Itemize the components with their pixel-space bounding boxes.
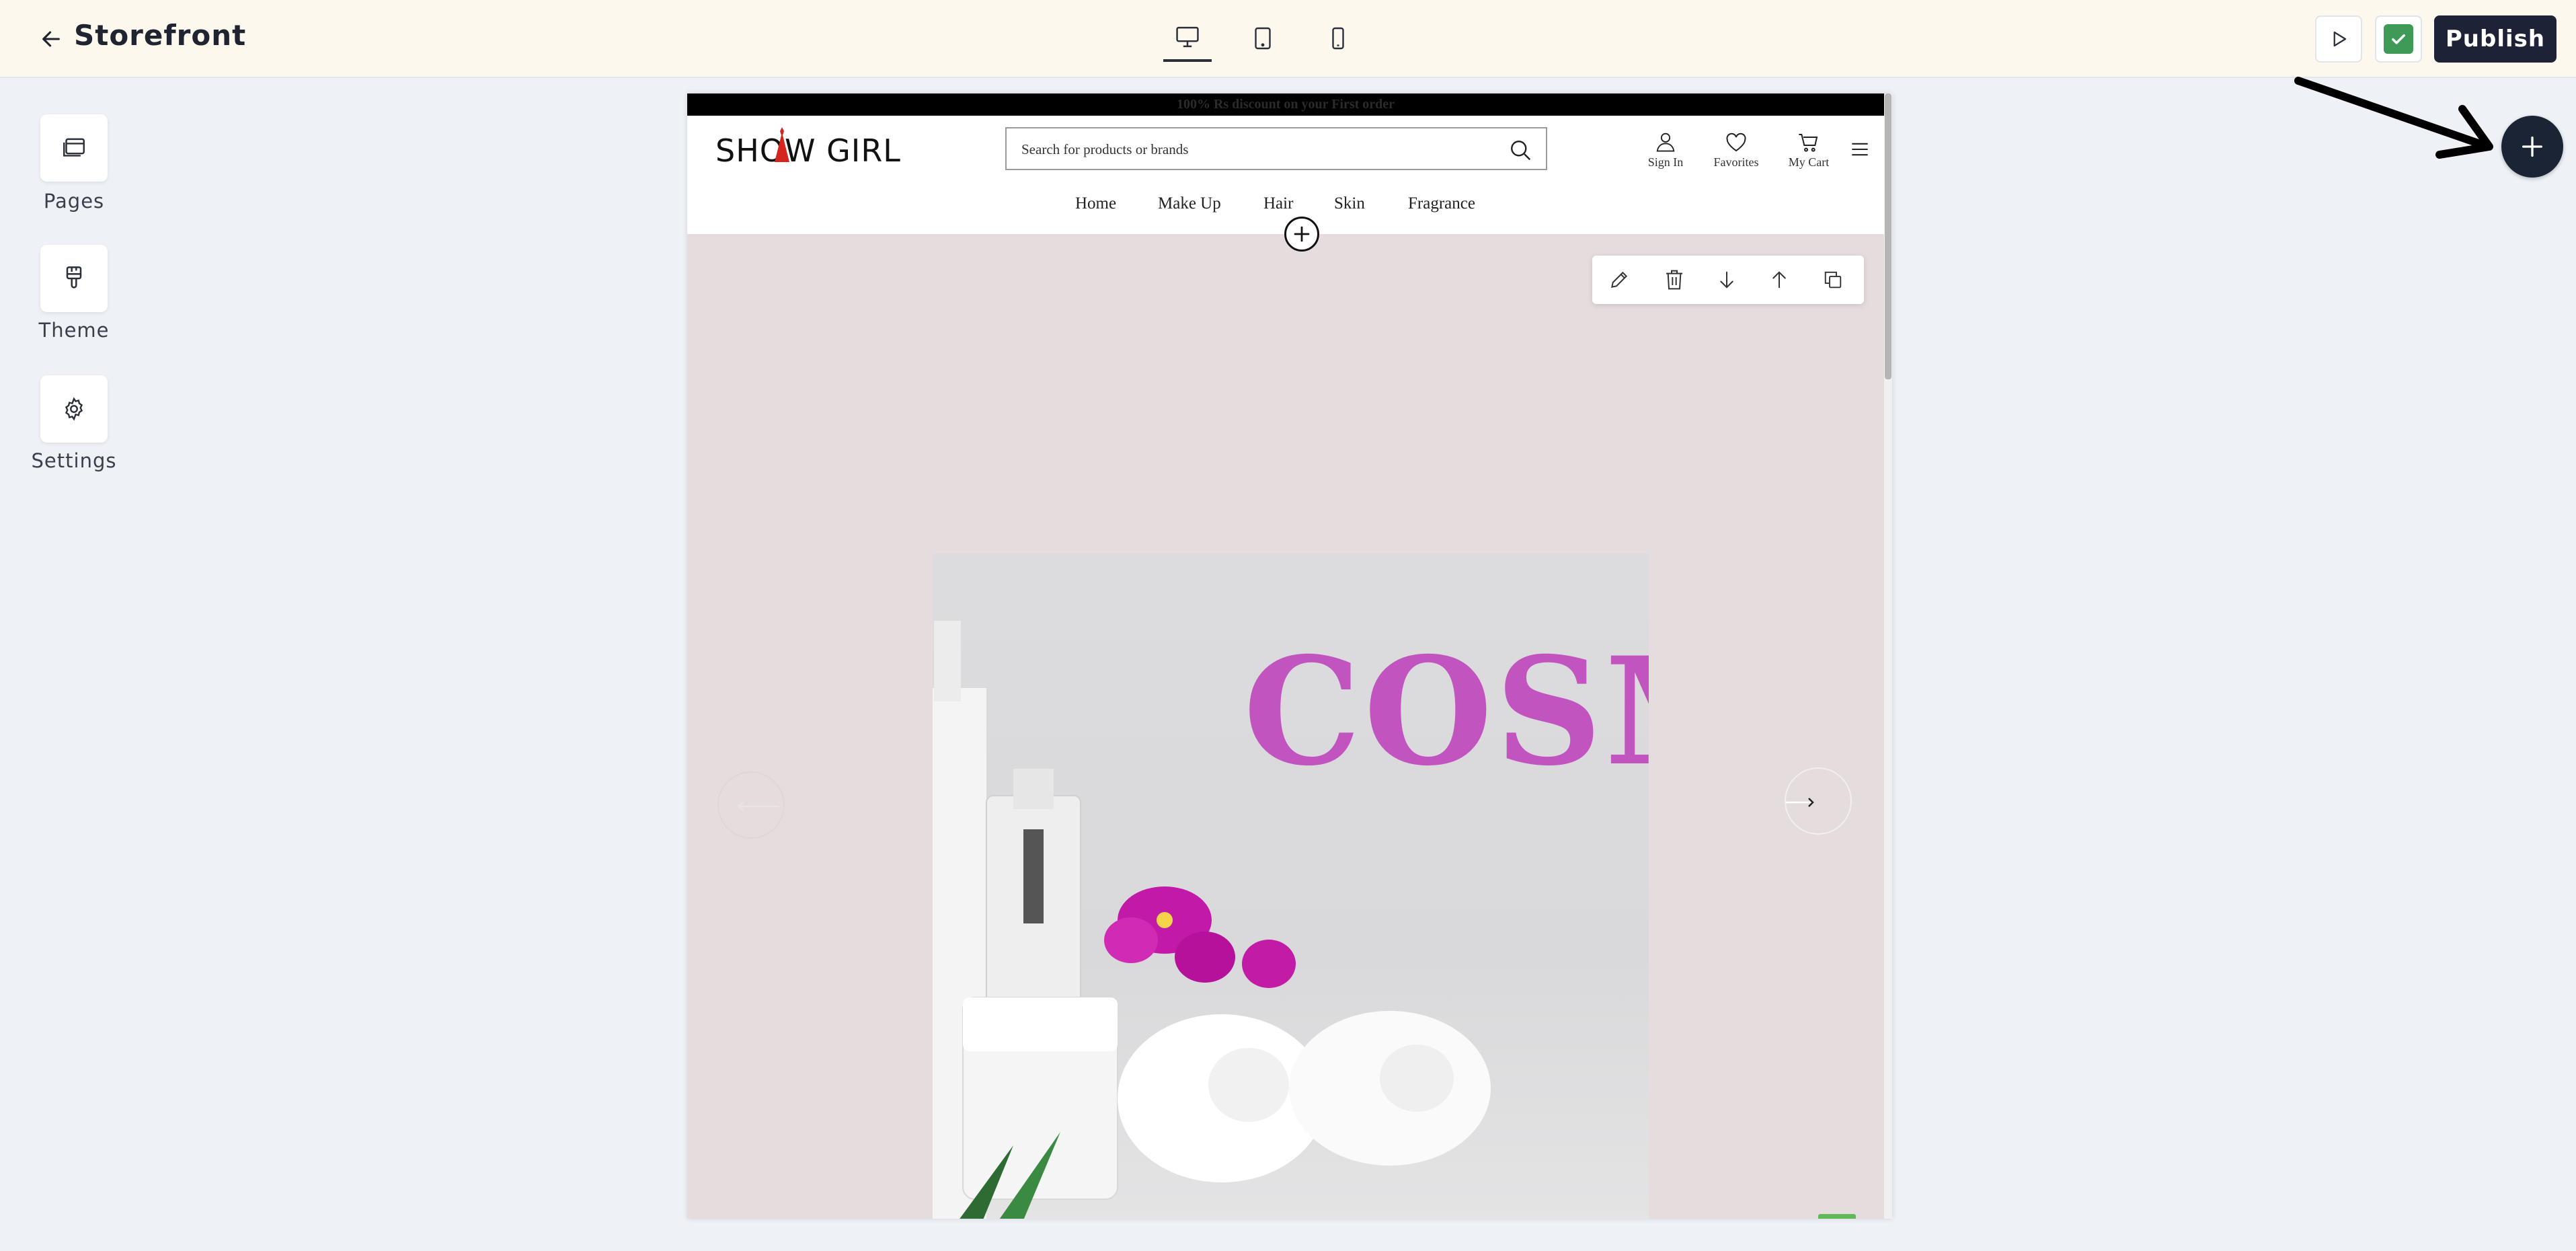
trash-icon[interactable]	[1660, 265, 1689, 295]
sign-in-link[interactable]: Sign In	[1635, 128, 1696, 169]
favorites-label: Favorites	[1713, 155, 1759, 169]
user-icon	[1656, 132, 1675, 152]
preview-scroll-thumb[interactable]	[1885, 93, 1891, 379]
tablet-view-button[interactable]	[1239, 15, 1287, 62]
page-title: Storefront	[74, 19, 247, 52]
preview-button[interactable]	[2315, 15, 2362, 63]
sign-in-label: Sign In	[1647, 155, 1684, 169]
nav-fragrance[interactable]: Fragrance	[1408, 194, 1475, 213]
sidebar-item-pages[interactable]	[40, 114, 108, 182]
duplicate-icon[interactable]	[1818, 265, 1848, 295]
nav-home[interactable]: Home	[1075, 194, 1116, 213]
nav-skin[interactable]: Skin	[1334, 194, 1365, 213]
section-toolbar	[1592, 256, 1864, 304]
annotation-arrow-icon	[2294, 77, 2493, 159]
store-search-input[interactable]	[1020, 135, 1493, 163]
publish-button[interactable]: Publish	[2434, 15, 2557, 63]
top-bar: Storefront Publish	[0, 0, 2576, 78]
move-down-icon[interactable]	[1712, 265, 1742, 295]
cart-link[interactable]: My Cart	[1777, 128, 1841, 169]
sidebar-item-theme[interactable]	[40, 245, 108, 312]
hero-slide-image: COSM	[933, 554, 1649, 1219]
back-button[interactable]	[34, 22, 69, 56]
brand-name: SHOW GIRL	[715, 132, 901, 169]
pages-icon	[63, 138, 85, 157]
checkmark-icon	[2384, 24, 2413, 54]
store-search-field[interactable]	[1005, 127, 1547, 170]
sidebar-item-label: Theme	[38, 319, 110, 342]
hamburger-menu-icon[interactable]	[1850, 141, 1869, 161]
whatsapp-chat-button[interactable]	[1818, 1214, 1856, 1219]
cart-label: My Cart	[1788, 155, 1830, 169]
chevron-left-icon	[738, 802, 779, 811]
mobile-icon	[1332, 27, 1344, 50]
nav-make-up[interactable]: Make Up	[1158, 194, 1221, 213]
carousel-next-button[interactable]	[1766, 767, 1852, 835]
storefront-preview: 100% Rs discount on your First order SHO…	[687, 93, 1892, 1219]
carousel-prev-button[interactable]	[717, 771, 785, 839]
play-icon	[2333, 31, 2347, 47]
cart-icon	[1799, 134, 1818, 152]
favorites-link[interactable]: Favorites	[1704, 128, 1768, 169]
mobile-view-button[interactable]	[1314, 15, 1362, 62]
save-button[interactable]	[2375, 15, 2422, 63]
cosmetics-photo	[933, 621, 1491, 1219]
edit-icon[interactable]	[1604, 265, 1634, 295]
chevron-right-icon	[1766, 798, 1814, 807]
announcement-bar: 100% Rs discount on your First order	[687, 93, 1884, 116]
add-block-button[interactable]	[2501, 116, 2563, 178]
brush-icon	[66, 266, 82, 289]
desktop-icon	[1176, 26, 1199, 48]
desktop-view-button[interactable]	[1163, 15, 1212, 62]
hero-banner-section[interactable]: COSM	[687, 234, 1884, 1219]
tablet-icon	[1255, 27, 1271, 50]
heart-icon	[1726, 132, 1746, 152]
nav-hair[interactable]: Hair	[1263, 194, 1293, 213]
sidebar-item-settings[interactable]	[40, 375, 108, 443]
search-icon[interactable]	[1506, 135, 1535, 165]
sidebar-item-label: Pages	[43, 190, 105, 213]
plus-icon	[1294, 226, 1310, 242]
plus-icon	[2522, 137, 2542, 157]
arrow-left-icon	[42, 31, 60, 47]
gear-icon	[65, 397, 83, 421]
sidebar-item-label: Settings	[31, 449, 117, 472]
dress-icon	[775, 127, 789, 162]
brand-logo[interactable]: SHOW GIRL	[715, 127, 901, 169]
move-up-icon[interactable]	[1764, 265, 1794, 295]
add-section-button[interactable]	[1284, 217, 1319, 252]
